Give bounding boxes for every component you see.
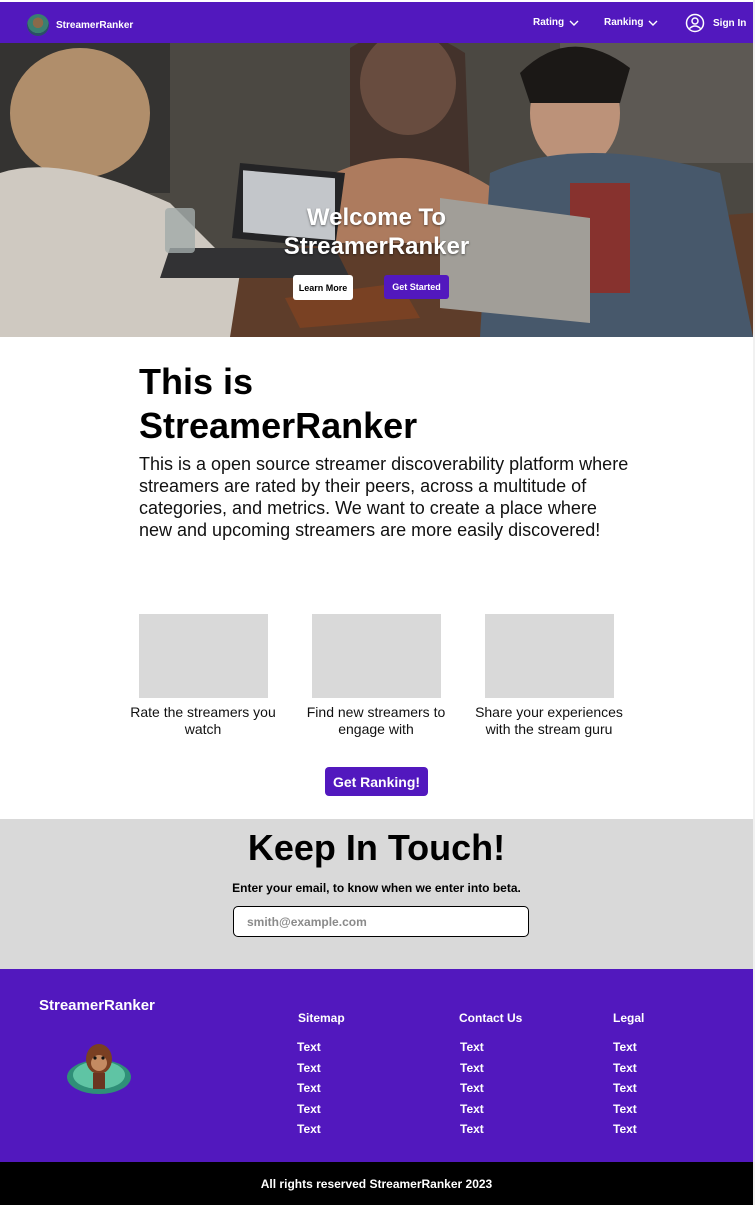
footer-link[interactable]: Text [613, 1099, 644, 1120]
feature-caption: Share your experiences with the stream g… [475, 704, 623, 737]
learn-more-button[interactable]: Learn More [293, 275, 353, 300]
hero-banner: Welcome To StreamerRanker Learn More Get… [0, 43, 753, 337]
email-input[interactable] [233, 906, 529, 937]
feature-image-placeholder [484, 614, 614, 698]
footer-link[interactable]: Text [297, 1058, 345, 1079]
chevron-down-icon [569, 20, 579, 26]
hero-title: Welcome To StreamerRanker [0, 203, 753, 261]
nav-ranking-dropdown[interactable]: Ranking [604, 17, 658, 28]
footer-link[interactable]: Text [613, 1037, 644, 1058]
brand-name: StreamerRanker [56, 19, 134, 31]
hero-title-line-2: StreamerRanker [283, 233, 470, 260]
newsletter-section: Keep In Touch! Enter your email, to know… [0, 819, 753, 969]
top-navbar: StreamerRanker Rating Ranking Sign In [0, 2, 753, 43]
nav-rating-dropdown[interactable]: Rating [533, 17, 579, 28]
feature-card-share: Share your experiences with the stream g… [469, 614, 629, 738]
footer-link[interactable]: Text [613, 1078, 644, 1099]
footer-column-heading: Contact Us [459, 1011, 523, 1025]
footer-link[interactable]: Text [613, 1119, 644, 1140]
feature-image-placeholder [138, 614, 268, 698]
footer-link[interactable]: Text [297, 1078, 345, 1099]
chevron-down-icon [648, 20, 658, 26]
feature-image-placeholder [311, 614, 441, 698]
footer-link[interactable]: Text [460, 1119, 522, 1140]
hero-photo [0, 43, 753, 337]
orangutan-logo [67, 1044, 131, 1094]
footer-column-legal: Legal Text Text Text Text Text [613, 1011, 644, 1140]
footer-link[interactable]: Text [460, 1058, 522, 1079]
copyright-text: All rights reserved StreamerRanker 2023 [260, 1176, 493, 1191]
about-heading-line-2: StreamerRanker [139, 405, 418, 446]
footer-link[interactable]: Text [460, 1078, 522, 1099]
nav-ranking-label: Ranking [604, 17, 644, 28]
footer-column-contact: Contact Us Text Text Text Text Text [459, 1011, 522, 1140]
nav-rating-label: Rating [533, 17, 565, 28]
feature-caption: Find new streamers to engage with [306, 704, 446, 737]
brand-link[interactable]: StreamerRanker [27, 14, 133, 36]
feature-caption: Rate the streamers you watch [130, 704, 276, 737]
footer-link[interactable]: Text [460, 1099, 522, 1120]
sign-in-button[interactable]: Sign In [685, 13, 746, 33]
footer-brand: StreamerRanker [39, 997, 155, 1014]
about-heading-line-1: This is [139, 361, 254, 402]
footer-column-heading: Sitemap [298, 1011, 345, 1025]
copyright-bar: All rights reserved StreamerRanker 2023 [0, 1162, 753, 1205]
hero-title-line-1: Welcome To [306, 204, 447, 231]
sign-in-label: Sign In [713, 17, 747, 29]
newsletter-subtitle: Enter your email, to know when we enter … [232, 881, 521, 895]
footer: StreamerRanker Sitemap Text Text Text Te… [0, 969, 753, 1162]
footer-column-heading: Legal [613, 1011, 645, 1025]
about-description: This is a open source streamer discovera… [139, 454, 629, 540]
feature-card-find: Find new streamers to engage with [296, 614, 456, 738]
get-ranking-button[interactable]: Get Ranking! [325, 767, 428, 796]
get-started-button[interactable]: Get Started [384, 275, 449, 299]
about-heading: This is StreamerRanker [139, 360, 417, 448]
brand-avatar-icon [27, 14, 49, 36]
footer-link[interactable]: Text [460, 1037, 522, 1058]
footer-link[interactable]: Text [297, 1099, 345, 1120]
footer-link[interactable]: Text [297, 1037, 345, 1058]
footer-link[interactable]: Text [297, 1119, 345, 1140]
user-circle-icon [685, 13, 705, 33]
footer-link[interactable]: Text [613, 1058, 644, 1079]
newsletter-title: Keep In Touch! [247, 827, 506, 868]
feature-card-rate: Rate the streamers you watch [123, 614, 283, 738]
footer-column-sitemap: Sitemap Text Text Text Text Text [297, 1011, 345, 1140]
